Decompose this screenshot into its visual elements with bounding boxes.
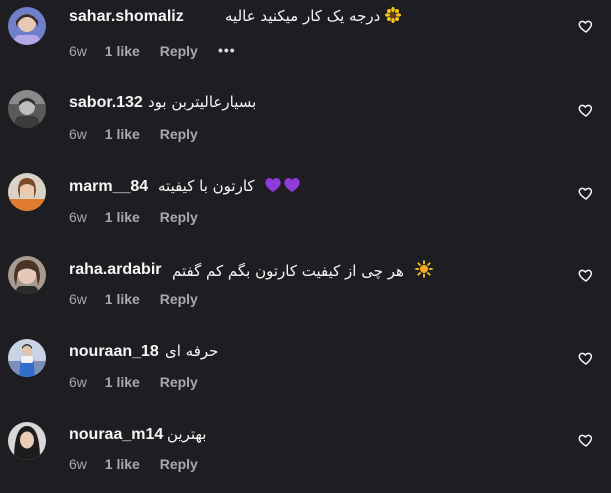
comment-meta: 6w 1 like Reply: [69, 126, 198, 142]
comments-list: sahar.shomaliz درجه یک کار میکنید عالیه …: [0, 0, 611, 473]
sunflower-icon: [384, 6, 402, 27]
avatar-image: [8, 339, 46, 377]
comment-likes[interactable]: 1 like: [105, 209, 140, 225]
avatar-image: [8, 422, 46, 460]
comment-username[interactable]: marm__84: [69, 178, 148, 196]
like-heart-icon[interactable]: [578, 267, 594, 283]
reply-button[interactable]: Reply: [160, 126, 198, 142]
comment-time: 6w: [69, 43, 87, 59]
avatar[interactable]: [8, 422, 46, 460]
reply-button[interactable]: Reply: [160, 374, 198, 390]
comment-text-body: کارتون با کیفیته: [158, 177, 255, 195]
comment-username[interactable]: nouraa_m14: [69, 426, 163, 444]
like-heart-icon[interactable]: [578, 102, 594, 118]
comment-item: marm__84 کارتون با کیفیته 6w 1 like Repl…: [0, 164, 611, 246]
comment-meta: 6w 1 like Reply: [69, 374, 198, 390]
comment-text: درجه یک کار میکنید عالیه: [225, 6, 402, 27]
sun-icon: [414, 260, 433, 282]
comment-meta: 6w 1 like Reply: [69, 456, 198, 472]
comment-likes[interactable]: 1 like: [105, 374, 140, 390]
comment-time: 6w: [69, 374, 87, 390]
comment-item: sabor.132 بسیارعالیتربن بود 6w 1 like Re…: [0, 82, 611, 164]
comment-text: بهترین: [167, 425, 207, 443]
comment-item: nouraan_18 حرفه ای 6w 1 like Reply: [0, 329, 611, 411]
like-heart-icon[interactable]: [578, 350, 594, 366]
avatar[interactable]: [8, 173, 46, 211]
avatar-image: [8, 256, 46, 294]
comment-time: 6w: [69, 209, 87, 225]
comment-time: 6w: [69, 291, 87, 307]
comment-text: حرفه ای: [165, 342, 218, 360]
reply-button[interactable]: Reply: [160, 291, 198, 307]
comment-time: 6w: [69, 126, 87, 142]
comment-likes[interactable]: 1 like: [105, 291, 140, 307]
comment-likes[interactable]: 1 like: [105, 126, 140, 142]
comment-username[interactable]: sabor.132: [69, 94, 143, 112]
comment-meta: 6w 1 like Reply: [69, 291, 198, 307]
comment-likes[interactable]: 1 like: [105, 456, 140, 472]
reply-button[interactable]: Reply: [160, 456, 198, 472]
comment-item: sahar.shomaliz درجه یک کار میکنید عالیه …: [0, 0, 611, 82]
avatar[interactable]: [8, 256, 46, 294]
comment-item: nouraa_m14 بهترین 6w 1 like Reply: [0, 411, 611, 493]
avatar-image: [8, 173, 46, 211]
comment-username[interactable]: sahar.shomaliz: [69, 8, 184, 26]
avatar[interactable]: [8, 339, 46, 377]
comment-meta: 6w 1 like Reply: [69, 209, 198, 225]
comment-meta: 6w 1 like Reply: [69, 43, 198, 59]
like-heart-icon[interactable]: [578, 185, 594, 201]
comment-text: بسیارعالیتربن بود: [148, 93, 256, 111]
comment-text-body: بسیارعالیتربن بود: [148, 93, 257, 111]
reply-button[interactable]: Reply: [160, 209, 198, 225]
comment-likes[interactable]: 1 like: [105, 43, 140, 59]
more-options-icon[interactable]: •••: [218, 42, 236, 58]
avatar[interactable]: [8, 90, 46, 128]
more-options[interactable]: •••: [218, 42, 236, 58]
avatar[interactable]: [8, 7, 46, 45]
comment-text: هر چی از کیفیت کارتون بگم کم گفتم: [172, 260, 433, 282]
purple-heart-icon: [265, 177, 301, 197]
reply-button[interactable]: Reply: [160, 43, 198, 59]
comment-text-body: هر چی از کیفیت کارتون بگم کم گفتم: [172, 262, 404, 280]
comment-text-body: درجه یک کار میکنید عالیه: [225, 7, 381, 25]
comment-username[interactable]: raha.ardabir: [69, 261, 161, 279]
comment-username[interactable]: nouraan_18: [69, 343, 159, 361]
comment-time: 6w: [69, 456, 87, 472]
comment-text-body: بهترین: [167, 425, 207, 443]
like-heart-icon[interactable]: [578, 432, 594, 448]
avatar-image: [8, 7, 46, 45]
comment-text: کارتون با کیفیته: [158, 177, 301, 197]
comment-text-body: حرفه ای: [165, 342, 219, 360]
avatar-image: [8, 90, 46, 128]
comment-item: raha.ardabir هر چی از کیفیت کارتون بگم ک…: [0, 246, 611, 328]
like-heart-icon[interactable]: [578, 18, 594, 34]
